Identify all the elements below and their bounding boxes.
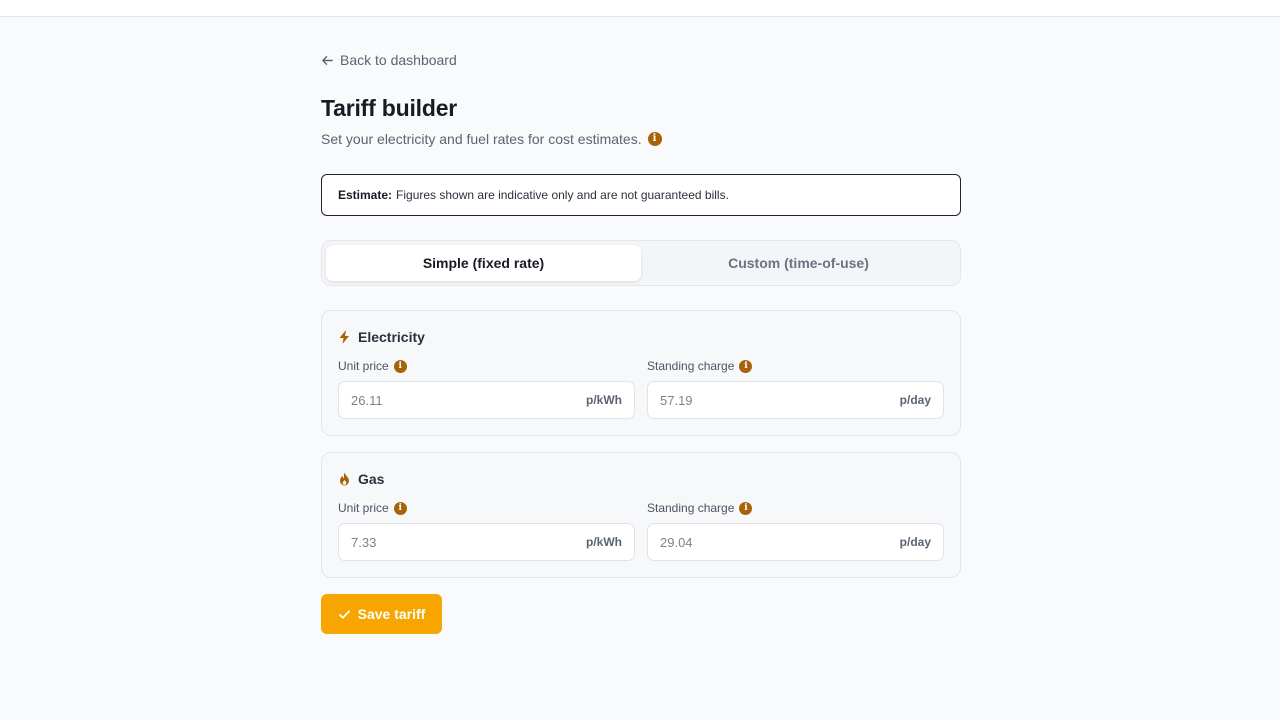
gas-standing-charge-label: Standing charge i (647, 501, 753, 515)
notice-strong: Estimate: (338, 188, 393, 202)
input-value: 7.33 (351, 534, 377, 550)
input-value: 26.11 (351, 392, 383, 408)
electricity-unit-price-label: Unit price i (338, 359, 407, 373)
label-text: Standing charge (647, 501, 735, 515)
input-value: 29.04 (660, 534, 693, 550)
input-value: 57.19 (660, 392, 693, 408)
top-bar (0, 0, 1280, 17)
gas-card-header: Gas (338, 471, 384, 487)
save-tariff-button[interactable]: Save tariff (321, 594, 442, 634)
info-icon[interactable]: i (393, 501, 407, 515)
check-icon (338, 609, 350, 619)
gas-unit-price-input[interactable]: 7.33 p/kWh (338, 523, 635, 561)
tariff-mode-toggle: Simple (fixed rate) Custom (time-of-use) (321, 240, 961, 286)
gas-title: Gas (358, 471, 385, 487)
back-to-dashboard-link[interactable]: Back to dashboard (321, 51, 457, 69)
gas-standing-charge-input[interactable]: 29.04 p/day (647, 523, 944, 561)
tab-simple-fixed-rate[interactable]: Simple (fixed rate) (326, 245, 641, 281)
electricity-card: Electricity Unit price i 26.11 p/kWh Sta… (321, 310, 961, 436)
arrow-left-icon (322, 55, 333, 65)
info-icon[interactable]: i (739, 359, 753, 373)
label-text: Unit price (338, 501, 389, 515)
info-icon[interactable]: i (393, 359, 407, 373)
label-text: Standing charge (647, 359, 735, 373)
info-icon[interactable]: i (647, 132, 662, 146)
electricity-card-header: Electricity (338, 329, 425, 345)
electricity-unit-price-input[interactable]: 26.11 p/kWh (338, 381, 635, 419)
input-unit: p/day (899, 535, 931, 549)
input-unit: p/kWh (586, 535, 622, 549)
electricity-standing-charge-input[interactable]: 57.19 p/day (647, 381, 944, 419)
lightning-icon (339, 330, 349, 344)
input-unit: p/kWh (586, 393, 622, 407)
estimate-notice: Estimate: Figures shown are indicative o… (321, 174, 961, 216)
back-link-label: Back to dashboard (340, 52, 457, 68)
label-text: Unit price (338, 359, 389, 373)
subtitle-text: Set your electricity and fuel rates for … (321, 131, 642, 147)
notice-text: Figures shown are indicative only and ar… (396, 188, 729, 202)
save-button-label: Save tariff (357, 606, 426, 622)
input-unit: p/day (899, 393, 931, 407)
tab-custom-time-of-use[interactable]: Custom (time-of-use) (641, 245, 956, 281)
page-title: Tariff builder (321, 95, 458, 121)
info-icon[interactable]: i (739, 501, 753, 515)
flame-icon (340, 472, 349, 486)
electricity-title: Electricity (358, 329, 425, 345)
page-subtitle: Set your electricity and fuel rates for … (321, 131, 662, 147)
gas-card: Gas Unit price i 7.33 p/kWh Standing cha… (321, 452, 961, 578)
gas-unit-price-label: Unit price i (338, 501, 407, 515)
electricity-standing-charge-label: Standing charge i (647, 359, 753, 373)
